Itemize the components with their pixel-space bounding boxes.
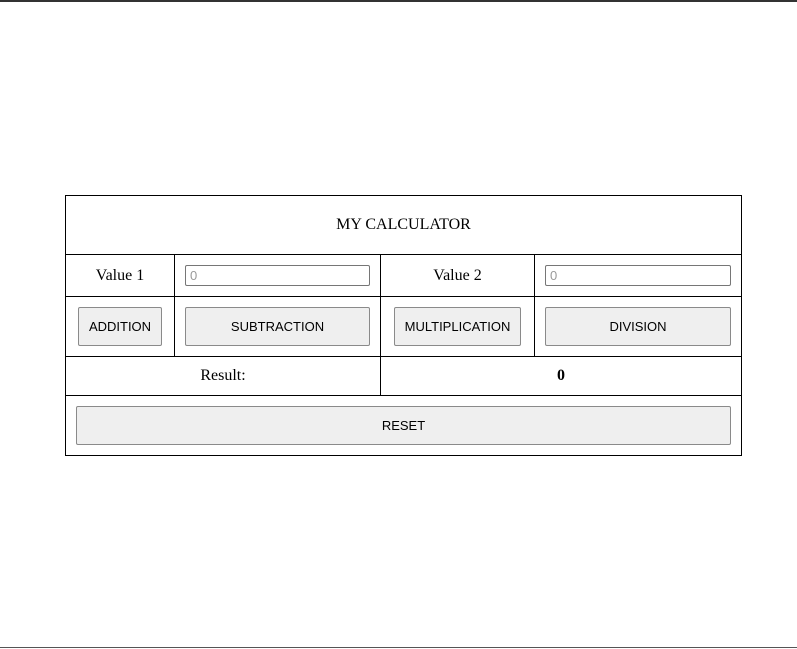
subtraction-button[interactable]: SUBTRACTION: [185, 307, 370, 346]
calculator-table: MY CALCULATOR Value 1 Value 2 ADDITION S…: [65, 195, 742, 456]
addition-cell: ADDITION: [65, 296, 175, 357]
value2-cell: [534, 254, 742, 297]
value1-input[interactable]: [185, 265, 370, 286]
multiplication-button[interactable]: MULTIPLICATION: [393, 307, 522, 346]
bottom-divider: [0, 647, 797, 648]
addition-button[interactable]: ADDITION: [77, 307, 163, 346]
value1-cell: [174, 254, 381, 297]
multiplication-cell: MULTIPLICATION: [380, 296, 535, 357]
reset-cell: RESET: [65, 395, 742, 456]
value2-label: Value 2: [380, 254, 535, 297]
top-divider: [0, 0, 797, 2]
value1-label: Value 1: [65, 254, 175, 297]
subtraction-cell: SUBTRACTION: [174, 296, 381, 357]
result-value: 0: [380, 356, 742, 396]
calculator-title: MY CALCULATOR: [65, 195, 742, 255]
result-label: Result:: [65, 356, 381, 396]
division-cell: DIVISION: [534, 296, 742, 357]
value2-input[interactable]: [545, 265, 731, 286]
division-button[interactable]: DIVISION: [545, 307, 731, 346]
reset-button[interactable]: RESET: [76, 406, 731, 445]
